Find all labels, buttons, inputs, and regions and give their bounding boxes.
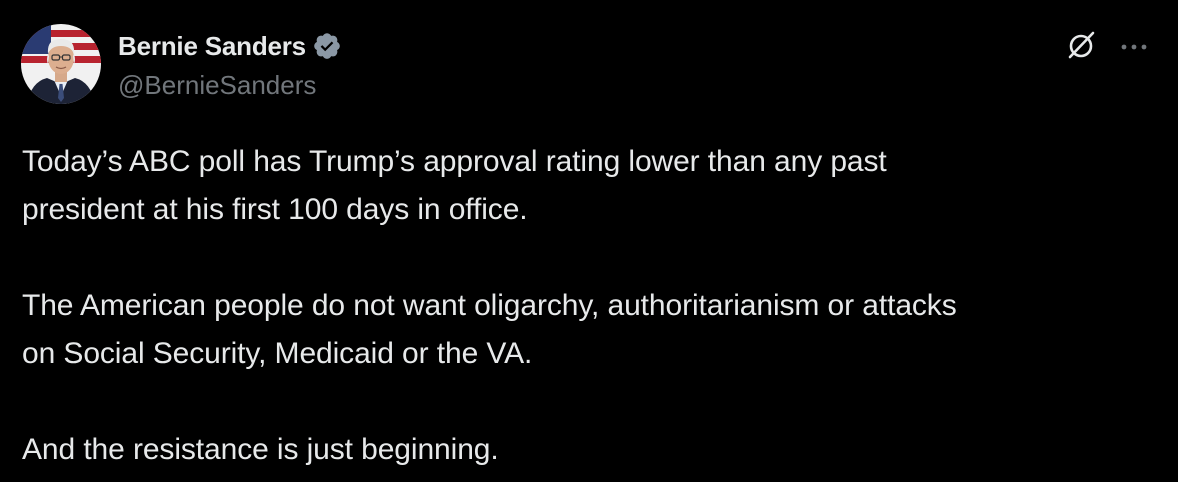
post-line: The American people do not want oligarch…	[22, 289, 957, 322]
post-paragraph: And the resistance is just beginning.	[22, 426, 1162, 474]
author-handle[interactable]: @BernieSanders	[118, 70, 316, 101]
post-line: president at his first 100 days in offic…	[22, 193, 528, 226]
grok-icon[interactable]	[1065, 29, 1097, 61]
post-text: Today’s ABC poll has Trump’s approval ra…	[22, 138, 1162, 474]
post-paragraph: Today’s ABC poll has Trump’s approval ra…	[22, 138, 1162, 234]
avatar[interactable]	[21, 24, 101, 104]
post-paragraph: The American people do not want oligarch…	[22, 282, 1162, 378]
tweet-card: Bernie Sanders @BernieSanders Today’s AB…	[0, 0, 1178, 482]
post-line: Today’s ABC poll has Trump’s approval ra…	[22, 145, 887, 178]
author-name-row: Bernie Sanders	[118, 30, 342, 62]
post-line: And the resistance is just beginning.	[22, 433, 499, 466]
post-line: on Social Security, Medicaid or the VA.	[22, 337, 533, 370]
verified-badge-icon[interactable]	[312, 31, 342, 61]
profile-photo	[21, 24, 101, 104]
author-display-name[interactable]: Bernie Sanders	[118, 31, 306, 62]
more-options-icon[interactable]	[1116, 40, 1152, 52]
